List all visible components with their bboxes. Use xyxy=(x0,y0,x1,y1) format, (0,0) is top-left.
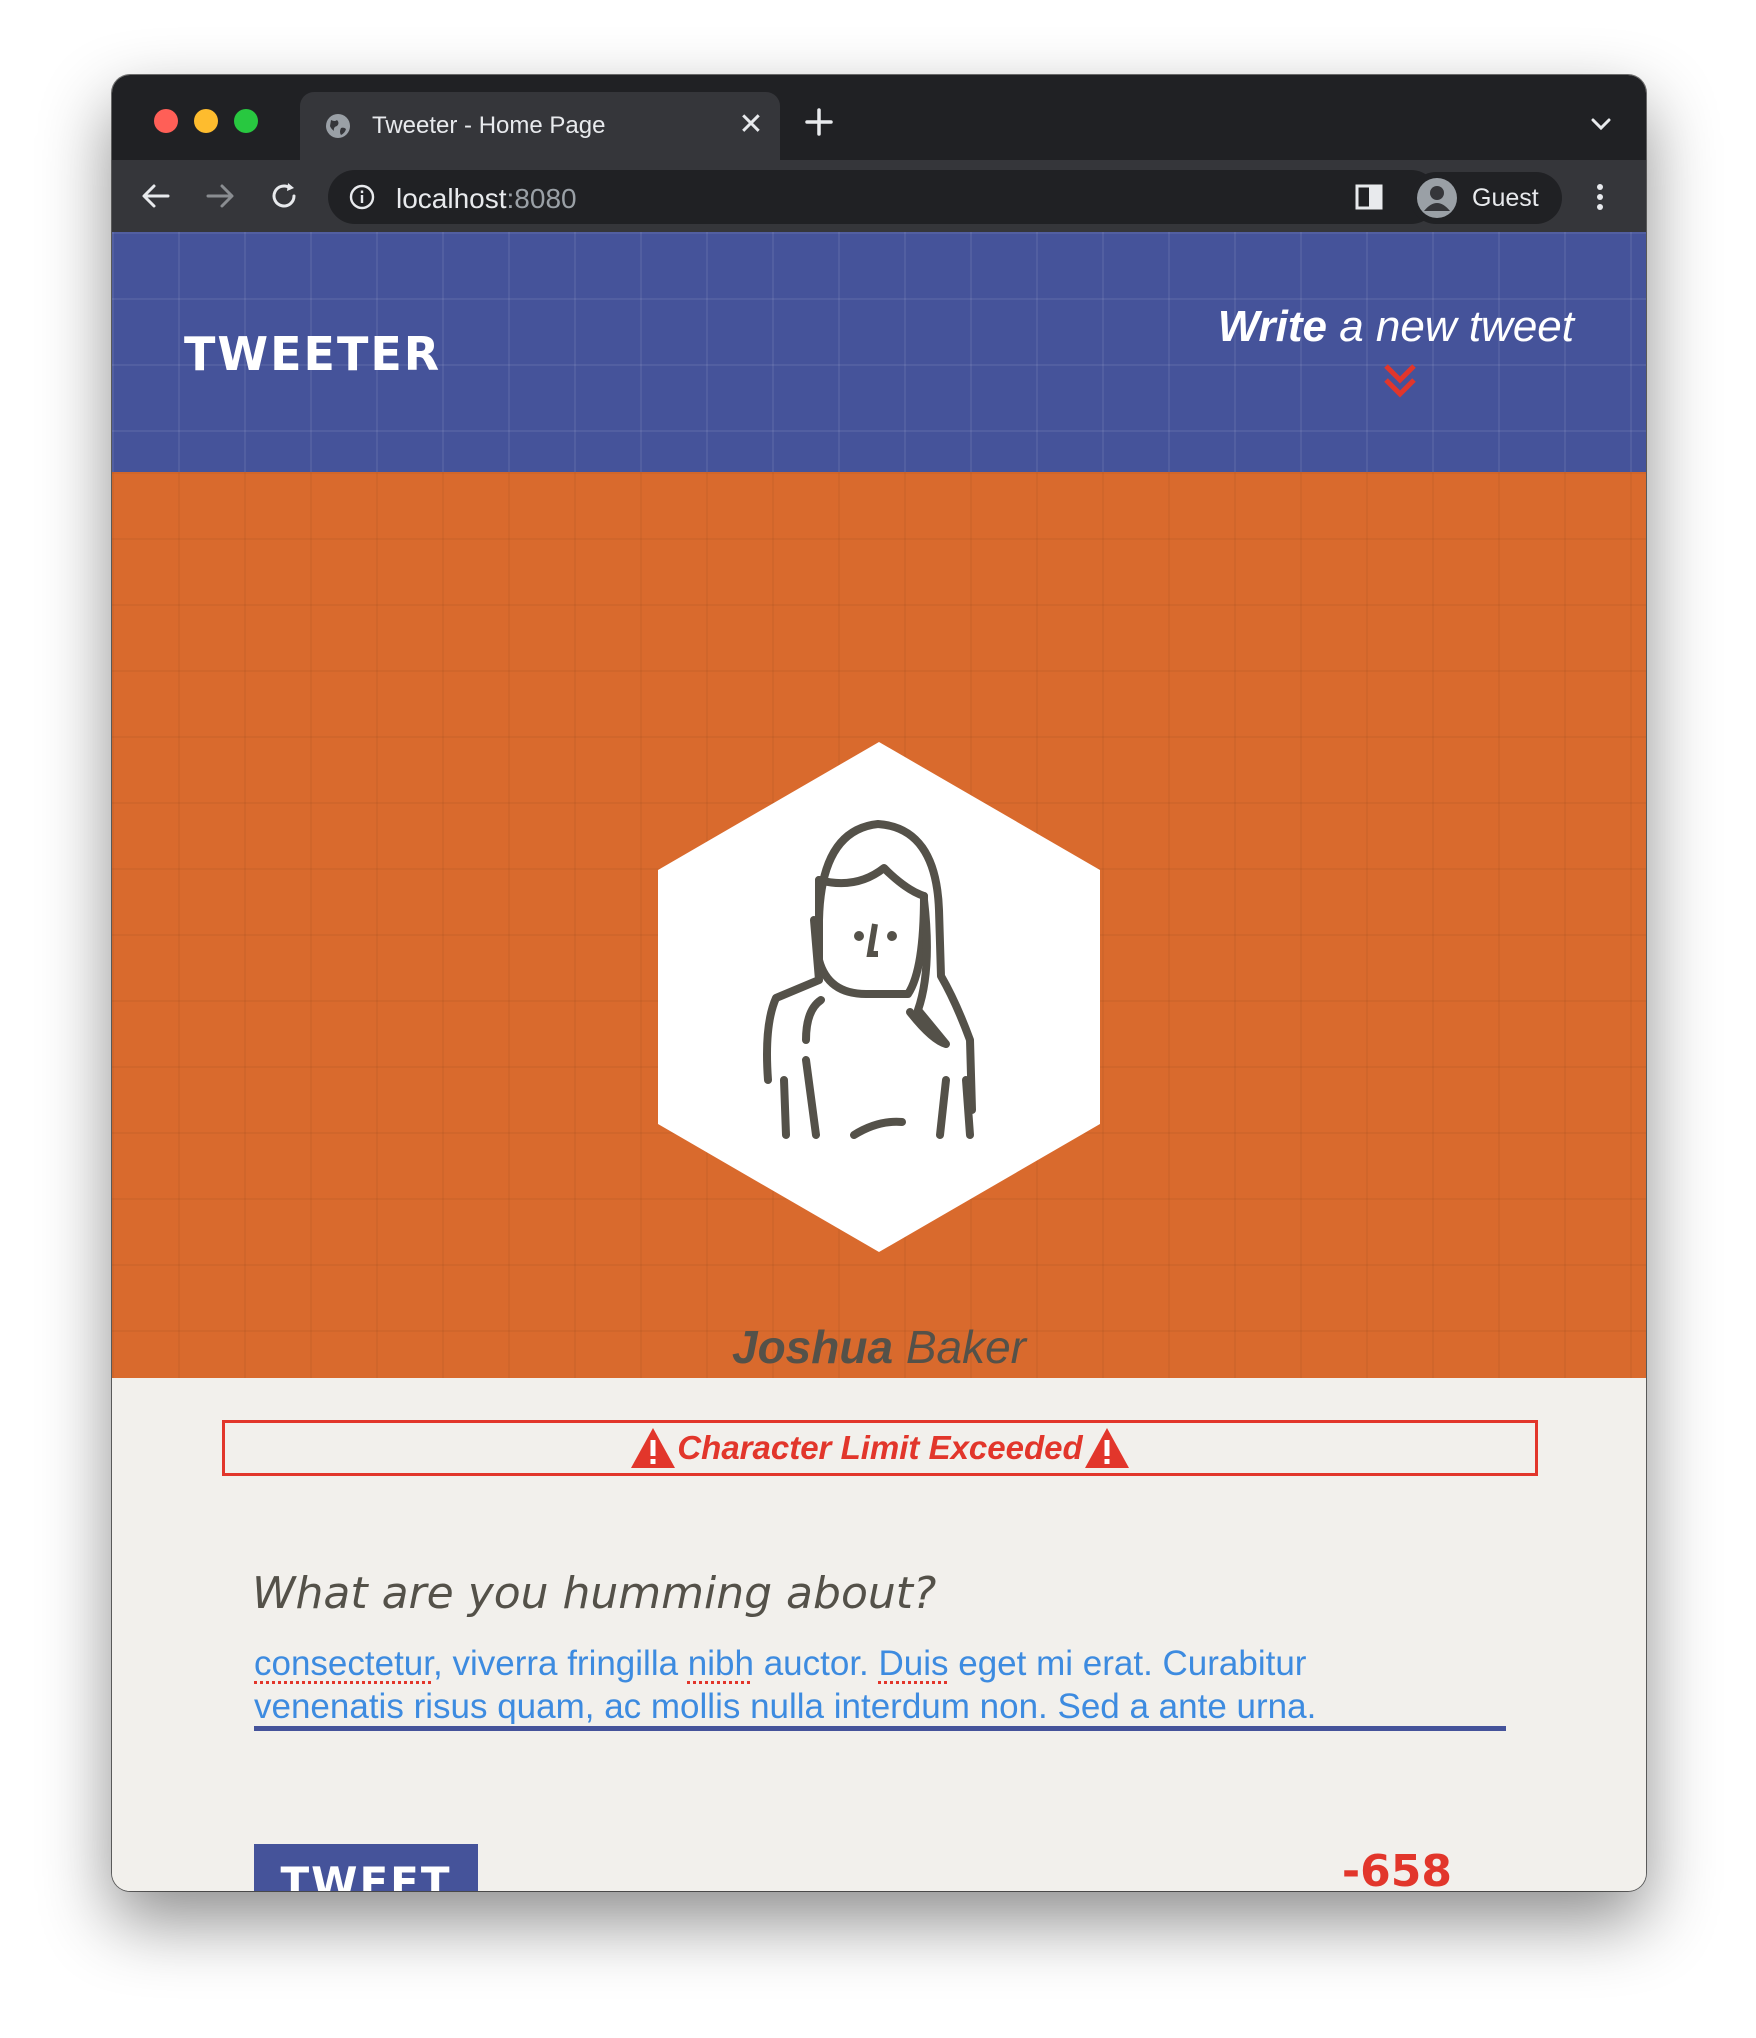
woman-avatar-icon xyxy=(658,742,1100,1252)
text-segment xyxy=(487,1687,497,1724)
warning-icon xyxy=(1084,1428,1129,1468)
tweet-submit-button[interactable]: TWEET xyxy=(254,1844,478,1891)
user-avatar-icon xyxy=(1417,178,1457,218)
address-bar[interactable]: localhost:8080 xyxy=(328,170,1438,224)
error-banner: Character Limit Exceeded xyxy=(222,1420,1538,1476)
globe-icon xyxy=(326,114,350,138)
text-segment: auctor. xyxy=(753,1644,879,1683)
write-new-tweet-link[interactable]: Write a new tweet xyxy=(1218,302,1574,352)
browser-window: Tweeter - Home Page ✕ localhost:8080 Gue… xyxy=(112,75,1646,1891)
warning-icon xyxy=(631,1428,676,1468)
close-icon[interactable]: ✕ xyxy=(736,110,766,140)
url-text: localhost:8080 xyxy=(396,183,577,214)
compose-label: What are you humming about? xyxy=(252,1568,937,1619)
tab-bar: Tweeter - Home Page ✕ xyxy=(112,75,1646,160)
tweet-textarea[interactable]: consectetur, viverra fringilla nibh auct… xyxy=(254,1642,1506,1724)
side-panel-icon[interactable] xyxy=(1352,180,1386,214)
forward-arrow-icon[interactable] xyxy=(202,178,238,214)
misspelled-word: nibh xyxy=(687,1644,754,1683)
character-counter: -658 xyxy=(1341,1846,1452,1891)
reload-icon[interactable] xyxy=(266,178,302,214)
chevron-down-icon[interactable] xyxy=(1588,111,1614,137)
back-arrow-icon[interactable] xyxy=(138,178,174,214)
textarea-line: venenatis risus quam, ac mollis nulla in… xyxy=(254,1685,1506,1724)
profile-label: Guest xyxy=(1472,184,1539,212)
text-segment: , viverra fringilla xyxy=(433,1644,688,1683)
textarea-line: consectetur, viverra fringilla nibh auct… xyxy=(254,1642,1506,1685)
maximize-window-button[interactable] xyxy=(234,109,258,133)
text-segment: eget mi erat. Curabitur xyxy=(948,1644,1307,1683)
plus-icon[interactable] xyxy=(802,105,836,139)
close-window-button[interactable] xyxy=(154,109,178,133)
text-segment: non. Sed a ante urna. xyxy=(969,1687,1317,1724)
minimize-window-button[interactable] xyxy=(194,109,218,133)
text-segment: , ac mollis nulla xyxy=(584,1687,834,1724)
more-vert-icon[interactable] xyxy=(1592,180,1608,214)
misspelled-word: consectetur xyxy=(254,1644,433,1683)
text-segment: venenatis xyxy=(254,1687,414,1724)
misspelled-word: quam xyxy=(497,1687,585,1724)
page-viewport: TWEETER Write a new tweet Joshua Baker C… xyxy=(112,232,1646,1891)
double-chevron-down-icon[interactable] xyxy=(1380,360,1420,404)
misspelled-word: risus xyxy=(413,1687,488,1724)
textarea-underline xyxy=(254,1726,1506,1731)
misspelled-word: Duis xyxy=(878,1644,949,1683)
profile-button[interactable]: Guest xyxy=(1410,172,1562,224)
misspelled-word: interdum xyxy=(833,1687,970,1724)
info-icon[interactable] xyxy=(348,183,376,211)
browser-tab[interactable]: Tweeter - Home Page ✕ xyxy=(300,92,780,160)
error-message: Character Limit Exceeded xyxy=(677,1429,1083,1466)
top-nav: TWEETER Write a new tweet xyxy=(112,232,1646,472)
browser-toolbar: localhost:8080 Guest xyxy=(112,160,1646,232)
profile-header: Joshua Baker xyxy=(112,472,1646,1378)
tab-title: Tweeter - Home Page xyxy=(372,112,606,139)
brand-logo[interactable]: TWEETER xyxy=(184,327,441,381)
user-name: Joshua Baker xyxy=(732,1321,1026,1373)
